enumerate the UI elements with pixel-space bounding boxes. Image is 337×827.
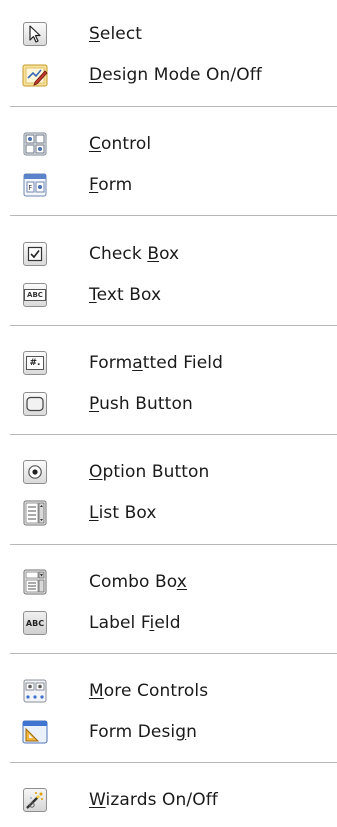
svg-text:F: F [28,184,32,192]
wizards-button[interactable]: Wizards On/Off [0,780,337,820]
form-design-icon [22,719,48,745]
separator [10,106,337,107]
more-controls-button[interactable]: More Controls [0,671,337,711]
label-field-button[interactable]: ABC Label Field [0,603,337,643]
label-field-icon: ABC [22,610,48,636]
check-box-label: Check Box [89,244,180,264]
form-properties-icon: F [22,172,48,198]
control-button[interactable]: Control [0,124,337,164]
text-box-label: Text Box [89,285,162,305]
separator [10,653,337,654]
checkbox-icon [22,241,48,267]
option-button-button[interactable]: Option Button [0,452,337,492]
text-box-button[interactable]: ABC Text Box [0,275,337,315]
push-button-label: Push Button [89,394,193,414]
text-box-icon-text: ABC [24,289,46,301]
combo-box-button[interactable]: Combo Box [0,562,337,602]
form-button[interactable]: F Form [0,165,337,205]
cursor-arrow-icon [22,21,48,47]
form-label: Form [89,175,133,195]
combo-box-label: Combo Box [89,572,187,592]
design-mode-label: Design Mode On/Off [89,65,262,85]
select-label: Select [89,24,143,44]
separator [10,325,337,326]
text-box-icon: ABC [22,282,48,308]
list-box-label: List Box [89,503,157,523]
more-controls-icon [22,678,48,704]
formatted-field-icon: #. [22,350,48,376]
formatted-field-icon-text: #. [25,356,45,370]
form-controls-toolbar: Select Design Mode On/Off Control F Form… [0,0,337,827]
design-mode-icon [22,62,48,88]
wizards-label: Wizards On/Off [89,790,218,810]
more-controls-label: More Controls [89,681,209,701]
separator [10,544,337,545]
wizard-wand-icon [22,787,48,813]
label-field-label: Label Field [89,613,181,633]
separator [10,762,337,763]
form-design-label: Form Design [89,722,198,742]
design-mode-button[interactable]: Design Mode On/Off [0,55,337,95]
formatted-field-label: Formatted Field [89,353,223,373]
select-button[interactable]: Select [0,14,337,54]
push-button-button[interactable]: Push Button [0,384,337,424]
option-button-icon [22,459,48,485]
list-box-button[interactable]: List Box [0,493,337,533]
separator [10,434,337,435]
control-label: Control [89,134,152,154]
separator [10,215,337,216]
combo-box-icon [22,569,48,595]
label-field-icon-text: ABC [25,618,45,628]
option-button-label: Option Button [89,462,210,482]
formatted-field-button[interactable]: #. Formatted Field [0,343,337,383]
form-design-button[interactable]: Form Design [0,712,337,752]
check-box-button[interactable]: Check Box [0,234,337,274]
push-button-icon [22,391,48,417]
control-properties-icon [22,131,48,157]
list-box-icon [22,500,48,526]
